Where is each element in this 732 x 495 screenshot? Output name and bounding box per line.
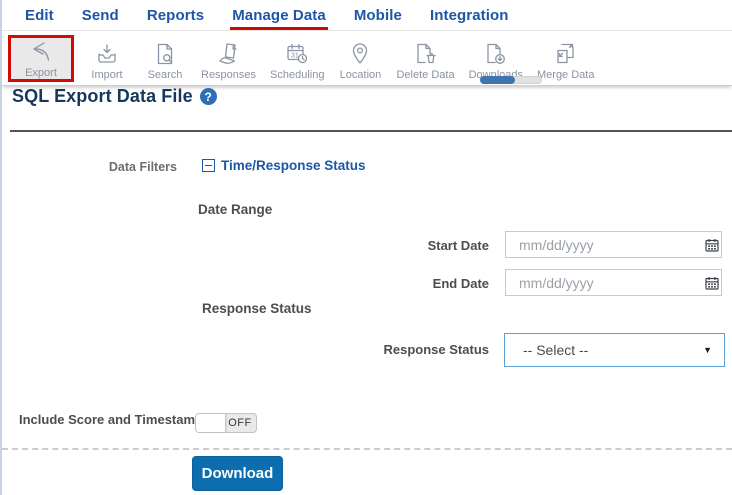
top-nav: Edit Send Reports Manage Data Mobile Int… (2, 0, 732, 30)
data-filters-label: Data Filters (108, 160, 177, 174)
end-date-calendar-icon[interactable] (700, 275, 729, 291)
end-date-input[interactable] (506, 274, 700, 291)
end-date-label: End Date (432, 276, 489, 291)
include-score-label: Include Score and Timestamp (19, 412, 203, 427)
toolbar-item-label: Search (147, 69, 183, 81)
start-date-calendar-icon[interactable] (700, 237, 729, 253)
start-date-input[interactable] (506, 236, 700, 253)
response-status-select[interactable]: -- Select -- ▼ (504, 333, 725, 367)
nav-item-mobile[interactable]: Mobile (354, 7, 402, 24)
nav-item-integration[interactable]: Integration (430, 7, 509, 24)
search-icon (152, 41, 178, 67)
section-divider (2, 448, 732, 450)
help-icon[interactable]: ? (199, 88, 217, 105)
toolbar-item-label: Export (25, 67, 57, 79)
merge-data-icon (553, 41, 579, 67)
filter-group-label: Time/Response Status (221, 158, 366, 173)
manage-data-toolbar: Export Import Search Responses 31 Schedu… (2, 30, 732, 86)
toggle-knob (196, 414, 226, 432)
nav-item-reports[interactable]: Reports (147, 7, 204, 24)
import-icon (94, 41, 120, 67)
toolbar-item-merge-data[interactable]: Merge Data (530, 39, 601, 82)
toolbar-item-label: Responses (201, 69, 257, 81)
scheduling-icon-number: 31 (291, 53, 299, 60)
toolbar-item-export[interactable]: Export (8, 35, 74, 82)
delete-data-icon (413, 41, 439, 67)
date-range-heading: Date Range (198, 202, 273, 217)
page-title: SQL Export Data File (12, 86, 193, 106)
title-divider (10, 130, 732, 132)
toolbar-item-responses[interactable]: Responses (194, 39, 263, 82)
toolbar-item-import[interactable]: Import (78, 39, 136, 82)
toolbar-item-location[interactable]: Location (331, 39, 389, 82)
nav-item-send[interactable]: Send (82, 7, 119, 24)
toolbar-item-label: Scheduling (270, 69, 325, 81)
toolbar-item-label: Location (339, 69, 382, 81)
nav-item-edit[interactable]: Edit (25, 7, 54, 24)
responses-icon (216, 41, 242, 67)
toolbar-item-scheduling[interactable]: 31 Scheduling (263, 39, 331, 82)
response-status-selected-value: -- Select -- (523, 342, 589, 358)
export-icon (28, 39, 54, 65)
filter-group-toggle[interactable]: Time/Response Status (202, 158, 366, 173)
toolbar-item-delete-data[interactable]: Delete Data (389, 39, 461, 82)
toolbar-scrollbar[interactable] (480, 76, 542, 84)
start-date-field (505, 231, 722, 258)
scheduling-icon: 31 (284, 41, 310, 67)
location-icon (347, 41, 373, 67)
download-button[interactable]: Download (192, 456, 283, 491)
toolbar-item-label: Delete Data (396, 69, 455, 81)
nav-item-manage-data[interactable]: Manage Data (230, 7, 328, 30)
toolbar-scrollbar-thumb[interactable] (480, 76, 515, 84)
start-date-label: Start Date (427, 238, 489, 253)
toggle-state-label: OFF (228, 417, 252, 429)
minus-box-icon[interactable] (202, 159, 215, 172)
toolbar-item-label: Merge Data (537, 69, 595, 81)
chevron-down-icon: ▼ (703, 345, 712, 355)
toolbar-item-search[interactable]: Search (136, 39, 194, 82)
response-status-heading: Response Status (202, 301, 312, 316)
include-score-toggle[interactable]: OFF (195, 413, 257, 433)
downloads-icon (483, 41, 509, 67)
response-status-label: Response Status (383, 342, 489, 357)
sql-export-page: Edit Send Reports Manage Data Mobile Int… (0, 0, 732, 495)
toolbar-item-label: Import (91, 69, 123, 81)
end-date-field (505, 269, 722, 296)
